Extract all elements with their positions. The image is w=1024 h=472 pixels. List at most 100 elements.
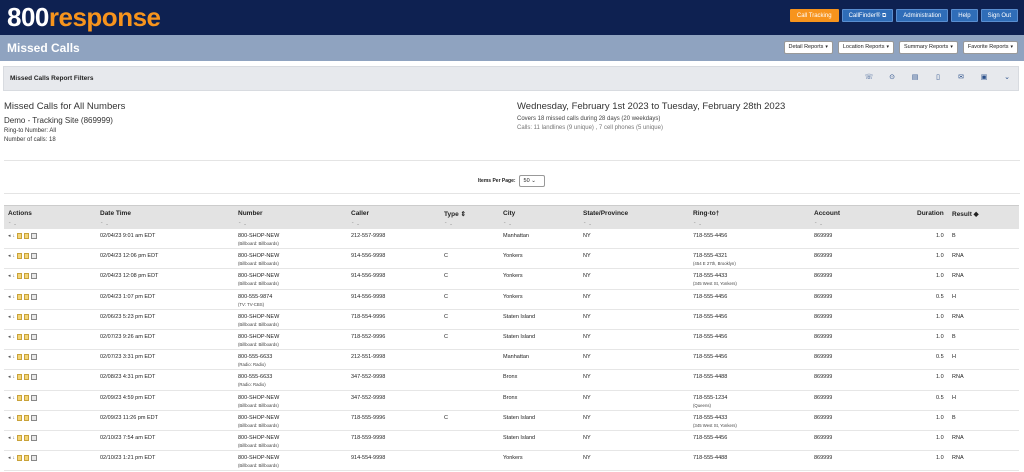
download-icon[interactable]: ↓ — [13, 253, 16, 259]
download-icon[interactable]: ↓ — [13, 334, 16, 340]
sort-arrows-icon[interactable]: ⌃⌄ — [693, 221, 704, 226]
items-per-page-select[interactable]: 50 ⌄ — [518, 175, 545, 187]
tag-icon[interactable] — [24, 293, 30, 300]
download-icon[interactable]: ↓ — [13, 395, 16, 401]
save-icon[interactable]: ▣ — [979, 73, 989, 83]
favorite-reports-dropdown[interactable]: Favorite Reports ▾ — [962, 41, 1018, 54]
sort-arrows-icon[interactable]: ⌃⌄ — [503, 221, 514, 226]
sort-arrows-icon[interactable]: ⌃⌄ — [814, 221, 825, 226]
col-type[interactable]: Type ⇕ — [444, 210, 466, 218]
calendar-icon[interactable] — [31, 253, 38, 260]
email-icon[interactable]: ✉ — [956, 73, 966, 83]
col-duration[interactable]: Duration — [917, 210, 944, 217]
tag-icon[interactable] — [24, 313, 30, 320]
tag-icon[interactable] — [24, 354, 30, 361]
table-row[interactable]: ◂ ↓ 02/06/23 5:23 pm EDT 800-SHOP-NEW 718-55… — [4, 310, 1019, 330]
report-filters-bar[interactable]: Missed Calls Report Filters ☏ ⊙ ▤ ▯ ✉ ▣ … — [3, 66, 1019, 91]
notes-icon[interactable] — [17, 394, 23, 401]
download-icon[interactable]: ↓ — [13, 273, 16, 279]
table-row[interactable]: ◂ ↓ 02/04/23 9:01 am EDT 800-SHOP-NEW 212-55… — [4, 229, 1019, 250]
table-row[interactable]: ◂ ↓ 02/09/23 4:59 pm EDT 800-SHOP-NEW 347-55… — [4, 391, 1019, 411]
tag-icon[interactable] — [24, 374, 30, 381]
download-icon[interactable]: ↓ — [13, 455, 16, 461]
play-icon[interactable]: ◂ — [8, 334, 11, 340]
calendar-icon[interactable] — [31, 273, 38, 280]
notes-icon[interactable] — [17, 354, 23, 361]
play-icon[interactable]: ◂ — [8, 354, 11, 360]
calendar-icon[interactable] — [31, 333, 38, 340]
sort-arrows-icon[interactable]: ⌃⌄ — [100, 221, 111, 226]
location-reports-dropdown[interactable]: Location Reports ▾ — [837, 41, 894, 54]
download-icon[interactable]: ↓ — [13, 314, 16, 320]
nav-sign-out-button[interactable]: Sign Out — [980, 9, 1018, 22]
sort-arrows-icon[interactable]: ⌃⌄ — [351, 221, 362, 226]
notes-icon[interactable] — [17, 434, 23, 441]
nav-administration-button[interactable]: Administration — [896, 9, 949, 22]
col-number[interactable]: Number — [238, 210, 263, 217]
download-icon[interactable]: ↓ — [13, 374, 16, 380]
calendar-icon[interactable] — [31, 313, 38, 320]
col-caller[interactable]: Caller — [351, 210, 369, 217]
phone-search-icon[interactable]: ⊙ — [887, 73, 897, 83]
table-row[interactable]: ◂ ↓ 02/09/23 11:26 pm EDT 800-SHOP-NEW 718-5… — [4, 411, 1019, 431]
nav-help-button[interactable]: Help — [951, 9, 978, 22]
col-account[interactable]: Account — [814, 210, 840, 217]
notes-icon[interactable] — [17, 293, 23, 300]
play-icon[interactable]: ◂ — [8, 455, 11, 461]
notes-icon[interactable] — [17, 233, 23, 239]
sort-arrows-icon[interactable]: ⌃⌄ — [444, 221, 455, 226]
col-ringto[interactable]: Ring-to† — [693, 210, 719, 217]
calendar-icon[interactable] — [31, 374, 38, 381]
notes-icon[interactable] — [17, 273, 23, 280]
table-row[interactable]: ◂ ↓ 02/04/23 12:08 pm EDT 800-SHOP-NEW 914-5… — [4, 269, 1019, 290]
phone-back-icon[interactable]: ☏ — [864, 73, 874, 83]
sort-arrows-icon[interactable]: ⌃⌄ — [583, 221, 594, 226]
table-row[interactable]: ◂ ↓ 02/04/23 12:06 pm EDT 800-SHOP-NEW 914-5… — [4, 249, 1019, 270]
table-row[interactable]: ◂ ↓ 02/08/23 4:31 pm EDT 800-555-6633 347-55… — [4, 370, 1019, 391]
play-icon[interactable]: ◂ — [8, 233, 11, 239]
table-row[interactable]: ◂ ↓ 02/07/23 3:31 pm EDT 800-555-6633 212-55… — [4, 350, 1019, 371]
play-icon[interactable]: ◂ — [8, 273, 11, 279]
col-city[interactable]: City — [503, 210, 515, 217]
notes-icon[interactable] — [17, 333, 23, 340]
col-state[interactable]: State/Province — [583, 210, 628, 217]
notes-icon[interactable] — [17, 414, 23, 421]
play-icon[interactable]: ◂ — [8, 253, 11, 259]
table-row[interactable]: ◂ ↓ 02/10/23 7:54 am EDT 800-SHOP-NEW 718-55… — [4, 431, 1019, 452]
calendar-icon[interactable] — [31, 354, 38, 361]
export-pdf-icon[interactable]: ▯ — [933, 73, 943, 83]
nav-callfinder-button[interactable]: CallFinder® ⧉ — [841, 9, 894, 22]
notes-icon[interactable] — [17, 455, 23, 462]
play-icon[interactable]: ◂ — [8, 395, 11, 401]
tag-icon[interactable] — [24, 333, 30, 340]
play-icon[interactable]: ◂ — [8, 314, 11, 320]
col-result[interactable]: Result ◆ — [952, 210, 979, 218]
col-datetime[interactable]: Date Time — [100, 210, 131, 217]
play-icon[interactable]: ◂ — [8, 294, 11, 300]
download-icon[interactable]: ↓ — [13, 294, 16, 300]
app-logo[interactable]: 800response — [7, 2, 161, 33]
tag-icon[interactable] — [24, 253, 30, 260]
notes-icon[interactable] — [17, 253, 23, 260]
calendar-icon[interactable] — [31, 414, 38, 421]
notes-icon[interactable] — [17, 313, 23, 320]
tag-icon[interactable] — [24, 434, 30, 441]
tag-icon[interactable] — [24, 273, 30, 280]
download-icon[interactable]: ↓ — [13, 233, 16, 239]
play-icon[interactable]: ◂ — [8, 415, 11, 421]
sort-arrows-icon[interactable]: ⌃⌄ — [238, 221, 249, 226]
calendar-icon[interactable] — [31, 394, 38, 401]
notes-icon[interactable] — [17, 374, 23, 381]
table-row[interactable]: ◂ ↓ 02/10/23 1:21 pm EDT 800-SHOP-NEW 914-55… — [4, 451, 1019, 472]
play-icon[interactable]: ◂ — [8, 374, 11, 380]
sort-arrows-icon[interactable]: ⌃⌄ — [8, 221, 19, 226]
tag-icon[interactable] — [24, 233, 30, 239]
table-row[interactable]: ◂ ↓ 02/04/23 1:07 pm EDT 800-555-9874 914-55… — [4, 290, 1019, 310]
detail-reports-dropdown[interactable]: Detail Reports ▾ — [783, 41, 833, 54]
summary-reports-dropdown[interactable]: Summary Reports ▾ — [898, 41, 958, 54]
nav-call-tracking-button[interactable]: Call Tracking — [789, 9, 839, 22]
tag-icon[interactable] — [24, 455, 30, 462]
download-icon[interactable]: ↓ — [13, 354, 16, 360]
download-icon[interactable]: ↓ — [13, 415, 16, 421]
download-icon[interactable]: ↓ — [13, 435, 16, 441]
